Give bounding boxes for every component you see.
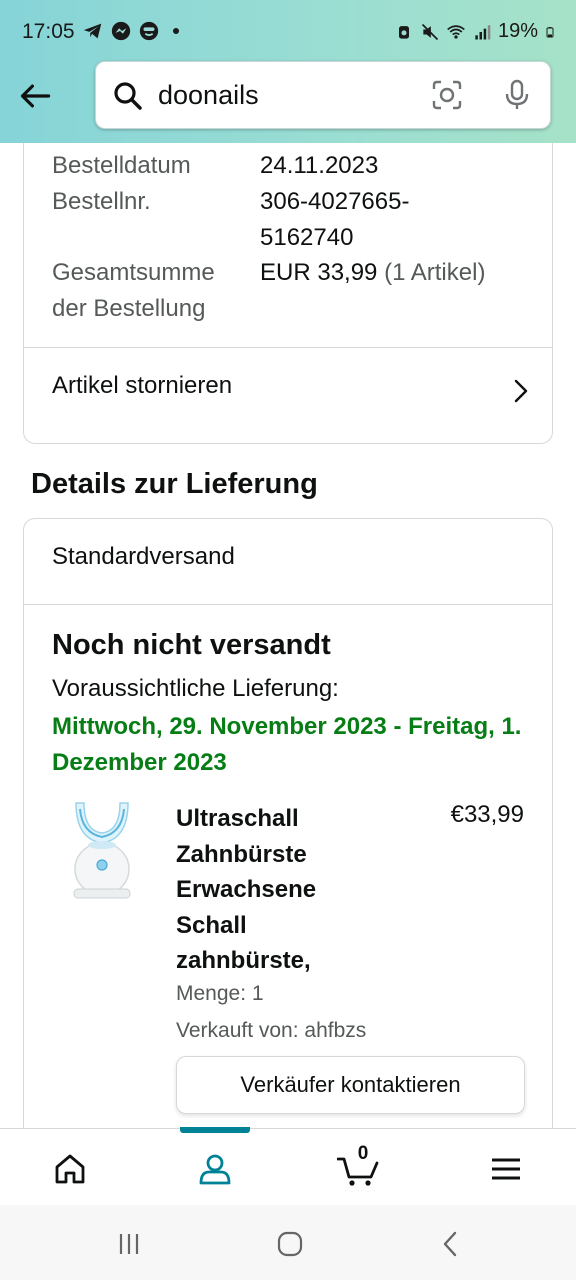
account-icon bbox=[199, 1154, 231, 1185]
order-total-value: EUR 33,99 (1 Artikel) bbox=[260, 255, 485, 291]
divider bbox=[24, 604, 552, 605]
product-image[interactable] bbox=[66, 799, 138, 901]
status-notification-icons bbox=[82, 20, 182, 42]
recent-apps-button[interactable] bbox=[114, 1229, 144, 1259]
bottom-navigation: 0 bbox=[0, 1127, 576, 1205]
product-title-line: zahnbürste, bbox=[176, 947, 311, 974]
back-icon bbox=[443, 1231, 457, 1257]
shipment-status: Noch nicht versandt bbox=[52, 629, 331, 661]
product-title-line: Ultraschall bbox=[176, 805, 299, 832]
search-bar[interactable]: doonails bbox=[95, 61, 551, 129]
search-icon bbox=[114, 82, 142, 110]
back-button[interactable] bbox=[16, 76, 56, 116]
nav-cart[interactable]: 0 bbox=[337, 1143, 381, 1191]
nav-account[interactable] bbox=[193, 1147, 237, 1191]
signal-icon bbox=[475, 24, 491, 39]
order-number-value-line2: 5162740 bbox=[260, 224, 354, 251]
order-item-count: (1 Artikel) bbox=[384, 259, 486, 286]
nav-home[interactable] bbox=[48, 1147, 92, 1191]
home-icon bbox=[55, 1154, 85, 1184]
telegram-icon bbox=[83, 23, 102, 39]
nav-menu[interactable] bbox=[484, 1147, 528, 1191]
search-input[interactable]: doonails bbox=[158, 80, 259, 111]
system-back-button[interactable] bbox=[436, 1229, 466, 1259]
cancel-items-row[interactable]: Artikel stornieren bbox=[24, 348, 552, 434]
expected-delivery-label: Voraussichtliche Lieferung: bbox=[52, 675, 339, 702]
wifi-icon bbox=[447, 24, 465, 39]
messenger-icon bbox=[111, 21, 131, 41]
product-title-line: Schall bbox=[176, 911, 247, 939]
system-navigation-bar bbox=[0, 1205, 576, 1280]
status-bar: 17:05 19% bbox=[0, 0, 576, 62]
order-total-amount: EUR 33,99 bbox=[260, 259, 378, 286]
cancel-items-label: Artikel stornieren bbox=[52, 372, 233, 399]
order-number-value-line1: 306-4027665- bbox=[260, 188, 410, 215]
dot-icon bbox=[173, 28, 179, 34]
alarm-icon bbox=[398, 25, 409, 39]
contact-seller-button[interactable]: Verkäufer kontaktieren bbox=[176, 1056, 525, 1114]
product-title-line: Zahnbürste bbox=[176, 840, 307, 868]
home-circle-icon bbox=[277, 1231, 303, 1257]
order-date-label: Bestelldatum bbox=[52, 152, 191, 179]
product-quantity: Menge: 1 bbox=[176, 982, 264, 1005]
order-date-value: 24.11.2023 bbox=[260, 152, 379, 179]
status-system-icons: 19% bbox=[394, 20, 556, 43]
menu-icon bbox=[492, 1158, 520, 1180]
delivery-section-title: Details zur Lieferung bbox=[31, 468, 318, 500]
product-title[interactable]: Ultraschall Zahnbürste Erwachsene Schall… bbox=[176, 801, 376, 979]
cart-count: 0 bbox=[357, 1143, 369, 1164]
camera-icon[interactable] bbox=[430, 78, 464, 112]
battery-percent: 19% bbox=[497, 20, 538, 42]
recent-apps-icon bbox=[119, 1234, 139, 1254]
order-total-label-line1: Gesamtsumme bbox=[52, 259, 215, 286]
status-time: 17:05 bbox=[22, 20, 75, 43]
delivery-card: Standardversand Noch nicht versandt Vora… bbox=[23, 518, 553, 1128]
mic-icon[interactable] bbox=[500, 78, 534, 112]
active-tab-indicator bbox=[180, 1127, 250, 1133]
order-summary-card: Bestelldatum 24.11.2023 Bestellnr. 306-4… bbox=[23, 143, 553, 444]
product-title-line: Erwachsene bbox=[176, 876, 317, 903]
chevron-right-icon bbox=[514, 379, 528, 403]
back-arrow-icon bbox=[20, 84, 51, 108]
mute-icon bbox=[421, 23, 439, 40]
product-seller: Verkauft von: ahfbzs bbox=[176, 1019, 367, 1042]
shipping-method: Standardversand bbox=[52, 543, 235, 570]
top-header: 17:05 19% doonails bbox=[0, 0, 576, 143]
order-details-content: Bestelldatum 24.11.2023 Bestellnr. 306-4… bbox=[0, 143, 576, 1128]
home-button[interactable] bbox=[275, 1229, 305, 1259]
face-icon bbox=[139, 21, 159, 41]
expected-delivery-date: Mittwoch, 29. November 2023 - Freitag, 1… bbox=[52, 713, 522, 776]
battery-icon bbox=[546, 26, 554, 37]
product-price: €33,99 bbox=[450, 801, 524, 828]
order-total-label-line2: der Bestellung bbox=[52, 295, 206, 322]
order-number-label: Bestellnr. bbox=[52, 188, 151, 215]
